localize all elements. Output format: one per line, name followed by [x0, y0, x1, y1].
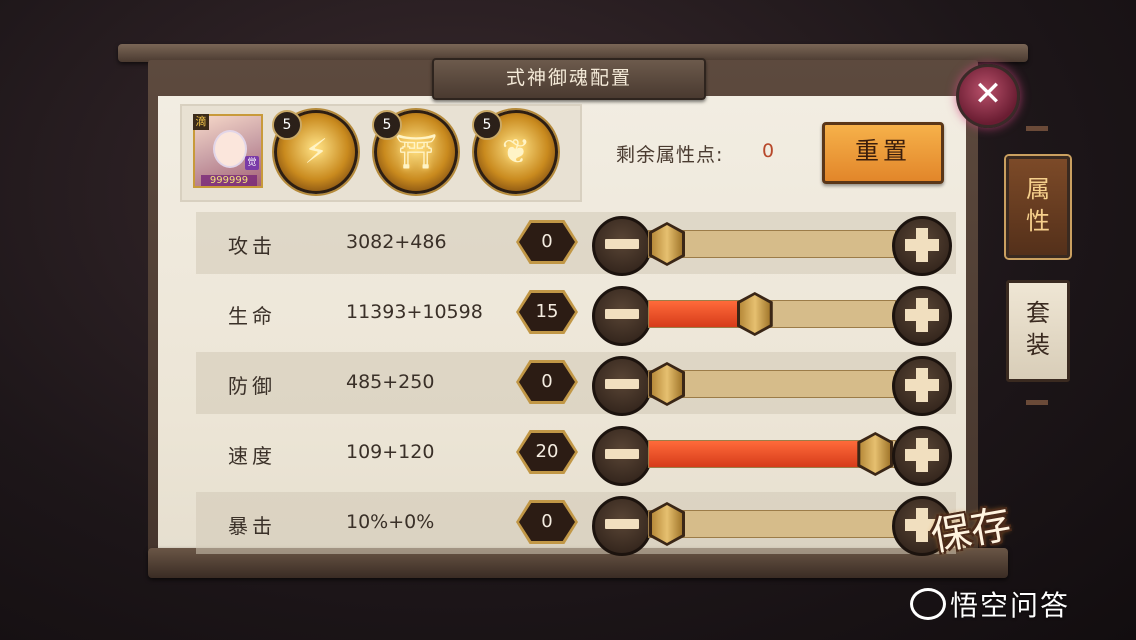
- slider-handle[interactable]: [857, 432, 894, 476]
- close-button[interactable]: ✕: [956, 64, 1020, 128]
- slider-handle[interactable]: [649, 362, 685, 406]
- minus-icon: [605, 449, 639, 459]
- tab-sets-label: 套装: [1026, 299, 1050, 359]
- watermark-icon: [910, 588, 946, 620]
- remaining-points-value: 0: [762, 140, 775, 162]
- decrease-button[interactable]: [592, 286, 652, 346]
- stat-row: 速度 109+120 20: [196, 422, 956, 486]
- stat-points: 0: [519, 363, 575, 401]
- close-icon: ✕: [973, 74, 1003, 114]
- stat-points-badge: 0: [516, 220, 578, 264]
- minus-icon: [605, 309, 639, 319]
- minus-icon: [605, 519, 639, 529]
- watermark: 悟空问答: [950, 589, 1071, 622]
- stat-value: 11393+10598: [346, 301, 483, 323]
- stat-name: 防御: [228, 374, 276, 398]
- portrait-level: 999999: [201, 175, 257, 186]
- stat-row: 防御 485+250 0: [196, 352, 956, 416]
- stat-name: 速度: [228, 444, 276, 468]
- stat-points: 0: [519, 503, 575, 541]
- soul-star-2: 5: [372, 110, 402, 140]
- stat-row: 生命 11393+10598 15: [196, 282, 956, 346]
- remaining-points-label: 剩余属性点:: [616, 144, 724, 166]
- stat-value: 10%+0%: [346, 511, 435, 533]
- slider-handle[interactable]: [649, 502, 685, 546]
- increase-button[interactable]: [892, 356, 952, 416]
- stat-value: 485+250: [346, 371, 435, 393]
- stat-points: 15: [519, 293, 575, 331]
- stat-row: 攻击 3082+486 0: [196, 212, 956, 276]
- stat-name: 暴击: [228, 514, 276, 538]
- increase-button[interactable]: [892, 286, 952, 346]
- stat-points-badge: 15: [516, 290, 578, 334]
- decrease-button[interactable]: [592, 216, 652, 276]
- stat-points-badge: 0: [516, 360, 578, 404]
- save-label: 保存: [927, 501, 1015, 561]
- slider-handle[interactable]: [649, 222, 685, 266]
- soul-star-3: 5: [472, 110, 502, 140]
- tab-attributes[interactable]: 属性: [1006, 156, 1070, 258]
- tab-attributes-label-1: 属性: [1026, 175, 1050, 235]
- stat-slider[interactable]: [648, 292, 896, 336]
- stat-points-badge: 0: [516, 500, 578, 544]
- stat-slider[interactable]: [648, 432, 896, 476]
- reset-button[interactable]: 重置: [822, 122, 944, 184]
- soul-star-1: 5: [272, 110, 302, 140]
- decrease-button[interactable]: [592, 426, 652, 486]
- stat-slider[interactable]: [648, 222, 896, 266]
- stat-points-badge: 20: [516, 430, 578, 474]
- stat-points: 0: [519, 223, 575, 261]
- slider-handle[interactable]: [736, 292, 773, 336]
- stat-slider-fill: [649, 441, 876, 467]
- stat-row: 暴击 10%+0% 0: [196, 492, 956, 556]
- stat-value: 3082+486: [346, 231, 447, 253]
- awaken-badge: 觉: [245, 156, 259, 170]
- stat-slider[interactable]: [648, 362, 896, 406]
- decrease-button[interactable]: [592, 496, 652, 556]
- tab-sets[interactable]: 套装: [1006, 280, 1070, 382]
- stat-points: 20: [519, 433, 575, 471]
- stat-name: 攻击: [228, 234, 276, 258]
- stat-name: 生命: [228, 304, 276, 328]
- page-title: 式神御魂配置: [432, 58, 706, 100]
- minus-icon: [605, 379, 639, 389]
- increase-button[interactable]: [892, 426, 952, 486]
- avatar: [213, 130, 247, 168]
- decrease-button[interactable]: [592, 356, 652, 416]
- stat-value: 109+120: [346, 441, 435, 463]
- increase-button[interactable]: [892, 216, 952, 276]
- minus-icon: [605, 239, 639, 249]
- shikigami-portrait[interactable]: 滴 觉 999999: [193, 114, 263, 188]
- stat-slider[interactable]: [648, 502, 896, 546]
- rank-badge: 滴: [193, 114, 209, 130]
